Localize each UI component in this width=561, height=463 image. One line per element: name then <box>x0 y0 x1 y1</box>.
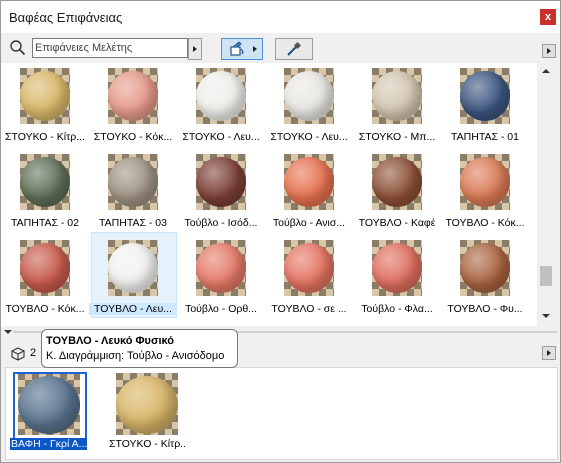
collapse-icon[interactable] <box>4 330 12 334</box>
paint-bucket-button[interactable] <box>221 38 263 60</box>
material-label: ΤΑΠΗΤΑΣ - 02 <box>11 217 79 229</box>
material-preview-sphere <box>20 157 70 207</box>
toolbar <box>1 33 560 63</box>
material-label: ΤΟΥΒΛΟ - Κόκ... <box>445 217 525 229</box>
material-label: Τούβλο - Ανισ... <box>272 217 346 229</box>
material-label: ΤΟΥΒΛΟ - Καφέ <box>358 217 436 229</box>
material-tile[interactable]: ΤΟΥΒΛΟ - Φυ... <box>441 237 529 323</box>
model-surfaces-list: ΒΑΦΗ - Γκρί Α... ΣΤΟΥΚΟ - Κίτρ... <box>5 367 558 460</box>
model-surface-count: 2 <box>30 347 37 359</box>
material-label: ΤΑΠΗΤΑΣ - 01 <box>451 131 519 143</box>
material-preview-sphere <box>108 243 158 293</box>
cube-icon <box>11 347 25 361</box>
material-label: ΣΤΟΥΚΟ - Κίτρ... <box>5 131 85 143</box>
material-tile[interactable]: Τούβλο - Ισόδ... <box>177 151 265 237</box>
tooltip-subtitle: Κ. Διαγράμμιση: Τούβλο - Ανισόδομο <box>46 350 225 362</box>
material-tile[interactable]: ΤΟΥΒΛΟ - Καφέ <box>353 151 441 237</box>
material-preview-sphere <box>196 71 246 121</box>
model-material-tile[interactable]: ΒΑΦΗ - Γκρί Α... <box>10 370 87 455</box>
material-tile[interactable]: Τούβλο - Ανισ... <box>265 151 353 237</box>
scroll-down-icon[interactable] <box>542 314 550 318</box>
material-tile[interactable]: ΤΟΥΒΛΟ - Λευ... <box>89 232 177 323</box>
scrollbar[interactable] <box>538 63 555 326</box>
material-tile[interactable]: ΤΑΠΗΤΑΣ - 02 <box>1 151 89 237</box>
material-label: ΣΤΟΥΚΟ - Λευ... <box>270 131 348 143</box>
material-preview-sphere <box>196 243 246 293</box>
material-tile[interactable]: Τούβλο - Φλα... <box>353 237 441 323</box>
model-material-tile[interactable]: ΣΤΟΥΚΟ - Κίτρ... <box>108 370 185 455</box>
material-preview-sphere <box>460 71 510 121</box>
material-tile[interactable]: ΤΟΥΒΛΟ - Κόκ... <box>1 237 89 323</box>
material-label: Τούβλο - Ορθ... <box>185 303 257 315</box>
material-tile[interactable]: ΤΟΥΒΛΟ - Κόκ... <box>441 151 529 237</box>
source-dropdown-button[interactable] <box>188 38 202 60</box>
surface-source-field[interactable] <box>32 38 188 58</box>
material-tile[interactable]: Τούβλο - Ορθ... <box>177 237 265 323</box>
material-grid: ΣΤΟΥΚΟ - Κίτρ... ΣΤΟΥΚΟ - Κόκ... ΣΤΟΥΚΟ - … <box>1 63 537 326</box>
material-label: ΤΟΥΒΛΟ - Λευ... <box>89 303 177 315</box>
material-preview-sphere <box>20 71 70 121</box>
material-label: ΣΤΟΥΚΟ - Μπ... <box>358 131 436 143</box>
material-preview-sphere <box>108 157 158 207</box>
material-label: ΤΟΥΒΛΟ - Φυ... <box>447 303 523 315</box>
material-tile[interactable]: ΣΤΟΥΚΟ - Λευ... <box>265 65 353 151</box>
material-tile[interactable]: ΤΑΠΗΤΑΣ - 03 <box>89 151 177 237</box>
material-preview-sphere <box>20 243 70 293</box>
material-label: ΤΑΠΗΤΑΣ - 03 <box>99 217 167 229</box>
window-title: Βαφέας Επιφάνειας <box>9 10 123 25</box>
material-label: Τούβλο - Φλα... <box>361 303 433 315</box>
material-label: ΣΤΟΥΚΟ - Κόκ... <box>93 131 173 143</box>
chevron-right-icon <box>253 46 257 52</box>
material-label: ΤΟΥΒΛΟ - Κόκ... <box>5 303 85 315</box>
material-tile[interactable]: ΣΤΟΥΚΟ - Κίτρ... <box>1 65 89 151</box>
material-tile[interactable]: ΣΤΟΥΚΟ - Μπ... <box>353 65 441 151</box>
panel-options-button[interactable] <box>542 44 556 58</box>
model-material-label: ΒΑΦΗ - Γκρί Α... <box>10 438 87 450</box>
scroll-up-icon[interactable] <box>542 69 550 73</box>
material-label: ΣΤΟΥΚΟ - Λευ... <box>182 131 260 143</box>
search-icon <box>10 40 26 56</box>
surface-painter-window: Βαφέας Επιφάνειας x Επιφάνειες Μελέτης Σ… <box>0 0 561 463</box>
material-tile[interactable]: ΣΤΟΥΚΟ - Λευ... <box>177 65 265 151</box>
material-preview-sphere <box>460 243 510 293</box>
material-label: Τούβλο - Ισόδ... <box>184 217 258 229</box>
model-options-button[interactable] <box>542 346 556 360</box>
material-tile[interactable]: ΤΟΥΒΛΟ - σε ... <box>265 237 353 323</box>
material-preview-sphere <box>372 243 422 293</box>
material-preview-sphere <box>116 376 178 434</box>
material-preview-sphere <box>372 157 422 207</box>
material-tile[interactable]: ΣΤΟΥΚΟ - Κόκ... <box>89 65 177 151</box>
material-tile[interactable]: ΤΑΠΗΤΑΣ - 01 <box>441 65 529 151</box>
model-material-label: ΣΤΟΥΚΟ - Κίτρ... <box>109 438 185 450</box>
material-preview-sphere <box>284 243 334 293</box>
material-preview-sphere <box>372 71 422 121</box>
title-bar: Βαφέας Επιφάνειας x <box>1 1 560 33</box>
material-preview-sphere <box>460 157 510 207</box>
material-preview-sphere <box>284 157 334 207</box>
material-preview-sphere <box>108 71 158 121</box>
close-button[interactable]: x <box>540 9 556 25</box>
material-preview-sphere <box>284 71 334 121</box>
material-tooltip: ΤΟΥΒΛΟ - Λευκό Φυσικό Κ. Διαγράμμιση: Το… <box>41 329 238 368</box>
eyedropper-button[interactable] <box>275 38 313 60</box>
material-label: ΤΟΥΒΛΟ - σε ... <box>271 303 347 315</box>
material-preview-sphere <box>196 157 246 207</box>
paint-bucket-icon <box>230 41 244 56</box>
scroll-thumb[interactable] <box>540 266 552 286</box>
tooltip-title: ΤΟΥΒΛΟ - Λευκό Φυσικό <box>46 335 175 347</box>
eyedropper-icon <box>287 41 302 56</box>
